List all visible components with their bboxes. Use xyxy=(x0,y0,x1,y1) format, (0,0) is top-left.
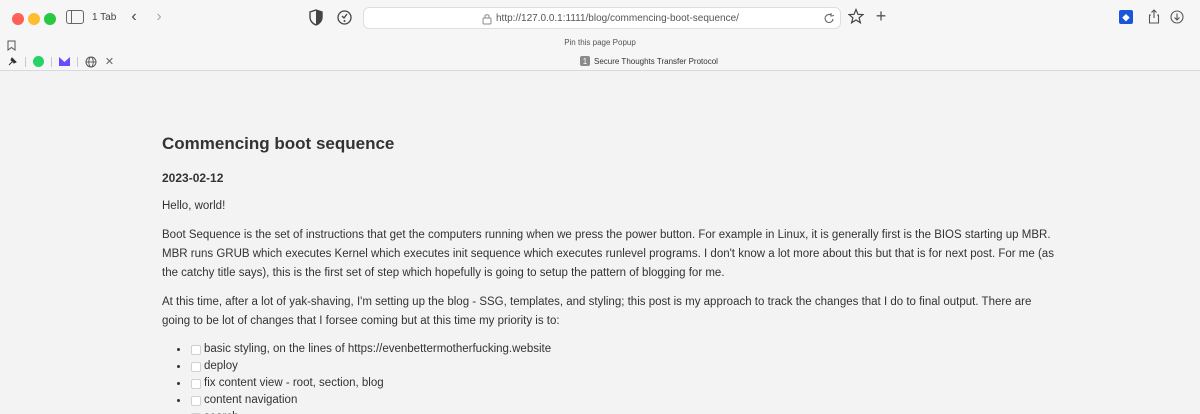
todo-label: basic styling, on the lines of https://e… xyxy=(204,343,552,355)
todo-item: fix content view - root, section, blog xyxy=(162,375,1062,392)
todo-item: deploy xyxy=(162,358,1062,375)
pin-icon[interactable] xyxy=(6,55,19,68)
todo-item: content navigation xyxy=(162,392,1062,409)
active-tab[interactable]: 1 Secure Thoughts Transfer Protocol xyxy=(580,56,718,66)
download-icon[interactable] xyxy=(1170,10,1184,24)
bitwarden-icon[interactable]: ◆ xyxy=(1119,10,1133,24)
post-date: 2023-02-12 xyxy=(162,171,224,185)
todo-list: basic styling, on the lines of https://e… xyxy=(162,341,1062,414)
todo-checkbox[interactable] xyxy=(191,345,201,355)
bullet xyxy=(177,399,180,402)
blog-post: Commencing boot sequence 2023-02-12 Hell… xyxy=(162,134,1062,414)
reload-icon[interactable] xyxy=(823,12,835,25)
sidebar-icon[interactable] xyxy=(66,10,84,24)
minimize-window-button[interactable] xyxy=(28,13,40,25)
back-icon[interactable]: ‹ xyxy=(127,8,141,26)
plus-icon[interactable]: + xyxy=(874,6,888,26)
url-text[interactable]: http://127.0.0.1:1111/blog/commencing-bo… xyxy=(496,13,739,24)
post-title: Commencing boot sequence xyxy=(162,134,395,153)
divider xyxy=(51,56,52,67)
todo-label: deploy xyxy=(204,360,238,372)
todo-checkbox[interactable] xyxy=(191,362,201,372)
tab-title: Secure Thoughts Transfer Protocol xyxy=(594,56,718,66)
whatsapp-icon[interactable] xyxy=(32,55,45,68)
divider xyxy=(25,56,26,67)
zoom-window-button[interactable] xyxy=(44,13,56,25)
bullet xyxy=(177,382,180,385)
browser-toolbar: 1 Tab ‹ › http://127.0.0.1:1111/blog/com… xyxy=(0,0,1200,35)
bookmarks-bar: Pin this page Popup xyxy=(0,35,1200,52)
paragraph: Boot Sequence is the set of instructions… xyxy=(162,229,1054,279)
address-bar[interactable]: http://127.0.0.1:1111/blog/commencing-bo… xyxy=(363,7,841,29)
globe-icon[interactable] xyxy=(84,55,97,68)
tab-index-badge: 1 xyxy=(580,56,590,66)
lock-icon xyxy=(481,12,493,25)
proton-mail-icon[interactable] xyxy=(58,55,71,68)
todo-checkbox[interactable] xyxy=(191,396,201,406)
bullet xyxy=(177,348,180,351)
todo-item: search xyxy=(162,409,1062,414)
paragraph: Hello, world! xyxy=(162,200,226,212)
pin-page-popup-label[interactable]: Pin this page Popup xyxy=(0,38,1200,47)
extension-icon[interactable] xyxy=(336,9,353,26)
bullet xyxy=(177,365,180,368)
shield-icon[interactable] xyxy=(308,9,324,26)
close-icon[interactable]: ✕ xyxy=(103,55,116,68)
pinned-tabs: ✕ xyxy=(6,55,116,68)
close-window-button[interactable] xyxy=(12,13,24,25)
forward-icon[interactable]: › xyxy=(152,8,166,26)
todo-label: fix content view - root, section, blog xyxy=(204,377,384,389)
paragraph: At this time, after a lot of yak-shaving… xyxy=(162,296,1032,327)
tab-count-label[interactable]: 1 Tab xyxy=(92,12,116,23)
page-content: Commencing boot sequence 2023-02-12 Hell… xyxy=(0,72,1200,414)
todo-checkbox[interactable] xyxy=(191,379,201,389)
share-icon[interactable] xyxy=(1148,9,1160,24)
divider xyxy=(77,56,78,67)
todo-item: basic styling, on the lines of https://e… xyxy=(162,341,1062,358)
todo-label: content navigation xyxy=(204,394,298,406)
star-icon[interactable] xyxy=(848,8,864,25)
tab-bar: ✕ 1 Secure Thoughts Transfer Protocol xyxy=(0,52,1200,71)
